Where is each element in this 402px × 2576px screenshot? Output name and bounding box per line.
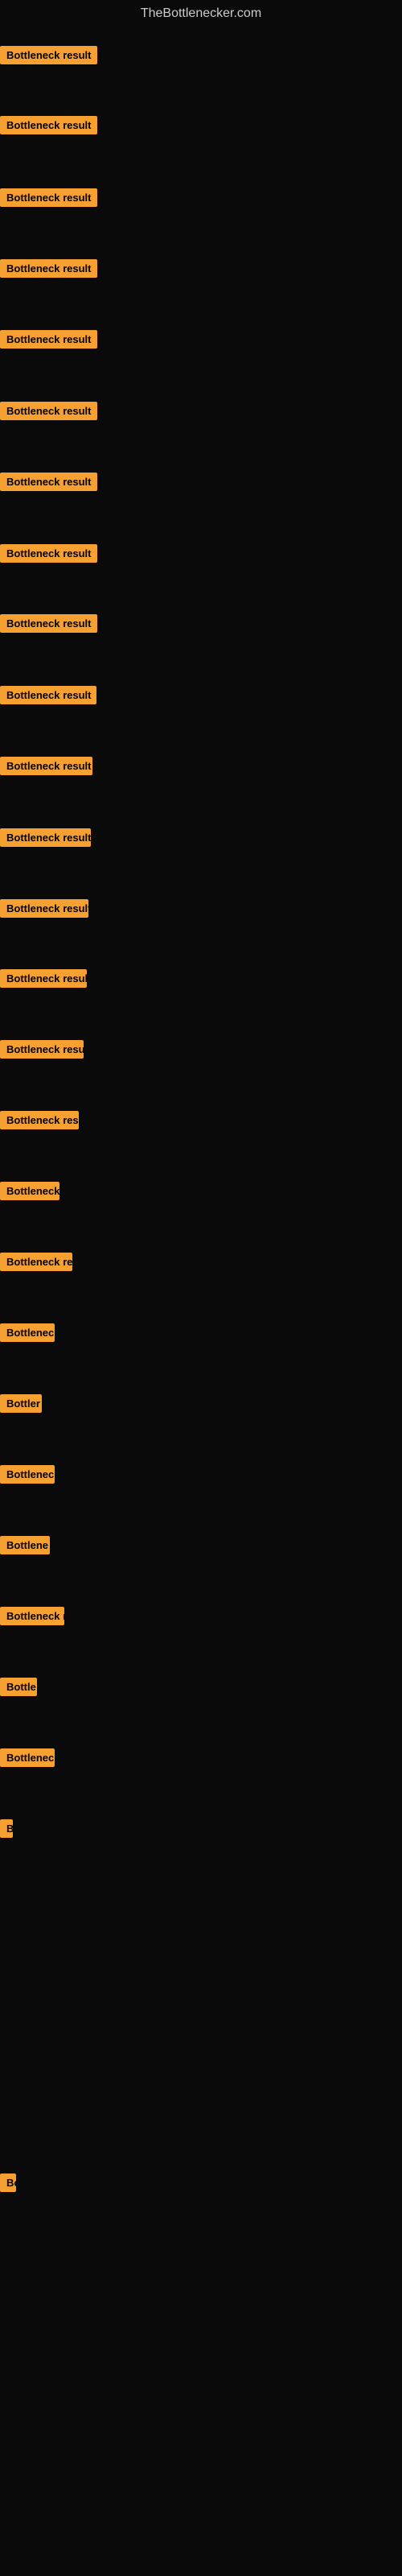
bottleneck-result-item[interactable]: Bottleneck res [0,1253,72,1275]
bottleneck-result-item[interactable]: Bottleneck result [0,188,97,211]
bottleneck-result-item[interactable]: Bottleneck result [0,686,96,708]
bottleneck-result-item[interactable]: Bottleneck result [0,402,97,424]
bottleneck-badge: Bottleneck result [0,1040,84,1059]
bottleneck-result-item[interactable]: Bottleneck result [0,330,97,353]
bottleneck-badge: Bottleneck [0,1182,59,1200]
bottleneck-result-item[interactable]: Bottleneck result [0,757,92,779]
bottleneck-result-item[interactable]: Bo [0,2174,16,2196]
bottleneck-badge: Bottleneck result [0,402,97,420]
bottleneck-badge: Bottleneck result [0,899,88,918]
bottleneck-badge: Bottleneck result [0,757,92,775]
bottleneck-badge: Bottleneck result [0,544,97,563]
bottleneck-badge: Bottlenec [0,1465,55,1484]
bottleneck-badge: Bottleneck result [0,116,97,134]
bottleneck-badge: Bottleneck result [0,259,97,278]
site-title: TheBottlenecker.com [0,0,402,24]
bottleneck-result-item[interactable]: B [0,1819,13,1842]
bottleneck-badge: Bottleneck result [0,969,87,988]
bottleneck-result-item[interactable]: Bottleneck result [0,46,97,68]
bottleneck-result-item[interactable]: Bottler [0,1394,42,1417]
bottleneck-badge: Bottleneck result [0,46,97,64]
bottleneck-badge: Bottleneck result [0,473,97,491]
bottleneck-result-item[interactable]: Bottlenec [0,1323,55,1346]
bottleneck-result-item[interactable]: Bottlene [0,1536,50,1558]
bottleneck-result-item[interactable]: Bottle [0,1678,37,1700]
bottleneck-badge: Bottleneck result [0,614,97,633]
bottleneck-result-item[interactable]: Bottleneck result [0,828,91,851]
bottleneck-result-item[interactable]: Bottleneck result [0,116,97,138]
bottleneck-badge: Bottleneck result [0,188,97,207]
bottleneck-badge: Bottleneck res [0,1253,72,1271]
bottleneck-badge: B [0,1819,13,1838]
bottleneck-badge: Bottlenec [0,1748,55,1767]
bottleneck-badge: Bottleneck r [0,1607,64,1625]
bottleneck-badge: Bottlenec [0,1323,55,1342]
bottleneck-result-item[interactable]: Bottleneck result [0,899,88,922]
bottleneck-result-item[interactable]: Bottleneck result [0,1040,84,1063]
bottleneck-badge: Bottleneck result [0,828,91,847]
bottleneck-badge: Bottlene [0,1536,50,1554]
bottleneck-result-item[interactable]: Bottlenec [0,1465,55,1488]
bottleneck-result-item[interactable]: Bottleneck result [0,969,87,992]
bottleneck-result-item[interactable]: Bottleneck result [0,614,97,637]
bottleneck-result-item[interactable]: Bottleneck result [0,544,97,567]
bottleneck-badge: Bottler [0,1394,42,1413]
bottleneck-result-item[interactable]: Bottleneck result [0,259,97,282]
bottleneck-badge: Bottle [0,1678,37,1696]
bottleneck-result-item[interactable]: Bottleneck [0,1182,59,1204]
bottleneck-badge: Bottleneck result [0,686,96,704]
bottleneck-badge: Bottleneck result [0,330,97,349]
bottleneck-result-item[interactable]: Bottleneck result [0,473,97,495]
bottleneck-badge: Bottleneck resu [0,1111,79,1129]
bottleneck-result-item[interactable]: Bottleneck r [0,1607,64,1629]
bottleneck-result-item[interactable]: Bottlenec [0,1748,55,1771]
bottleneck-result-item[interactable]: Bottleneck resu [0,1111,79,1133]
bottleneck-badge: Bo [0,2174,16,2192]
